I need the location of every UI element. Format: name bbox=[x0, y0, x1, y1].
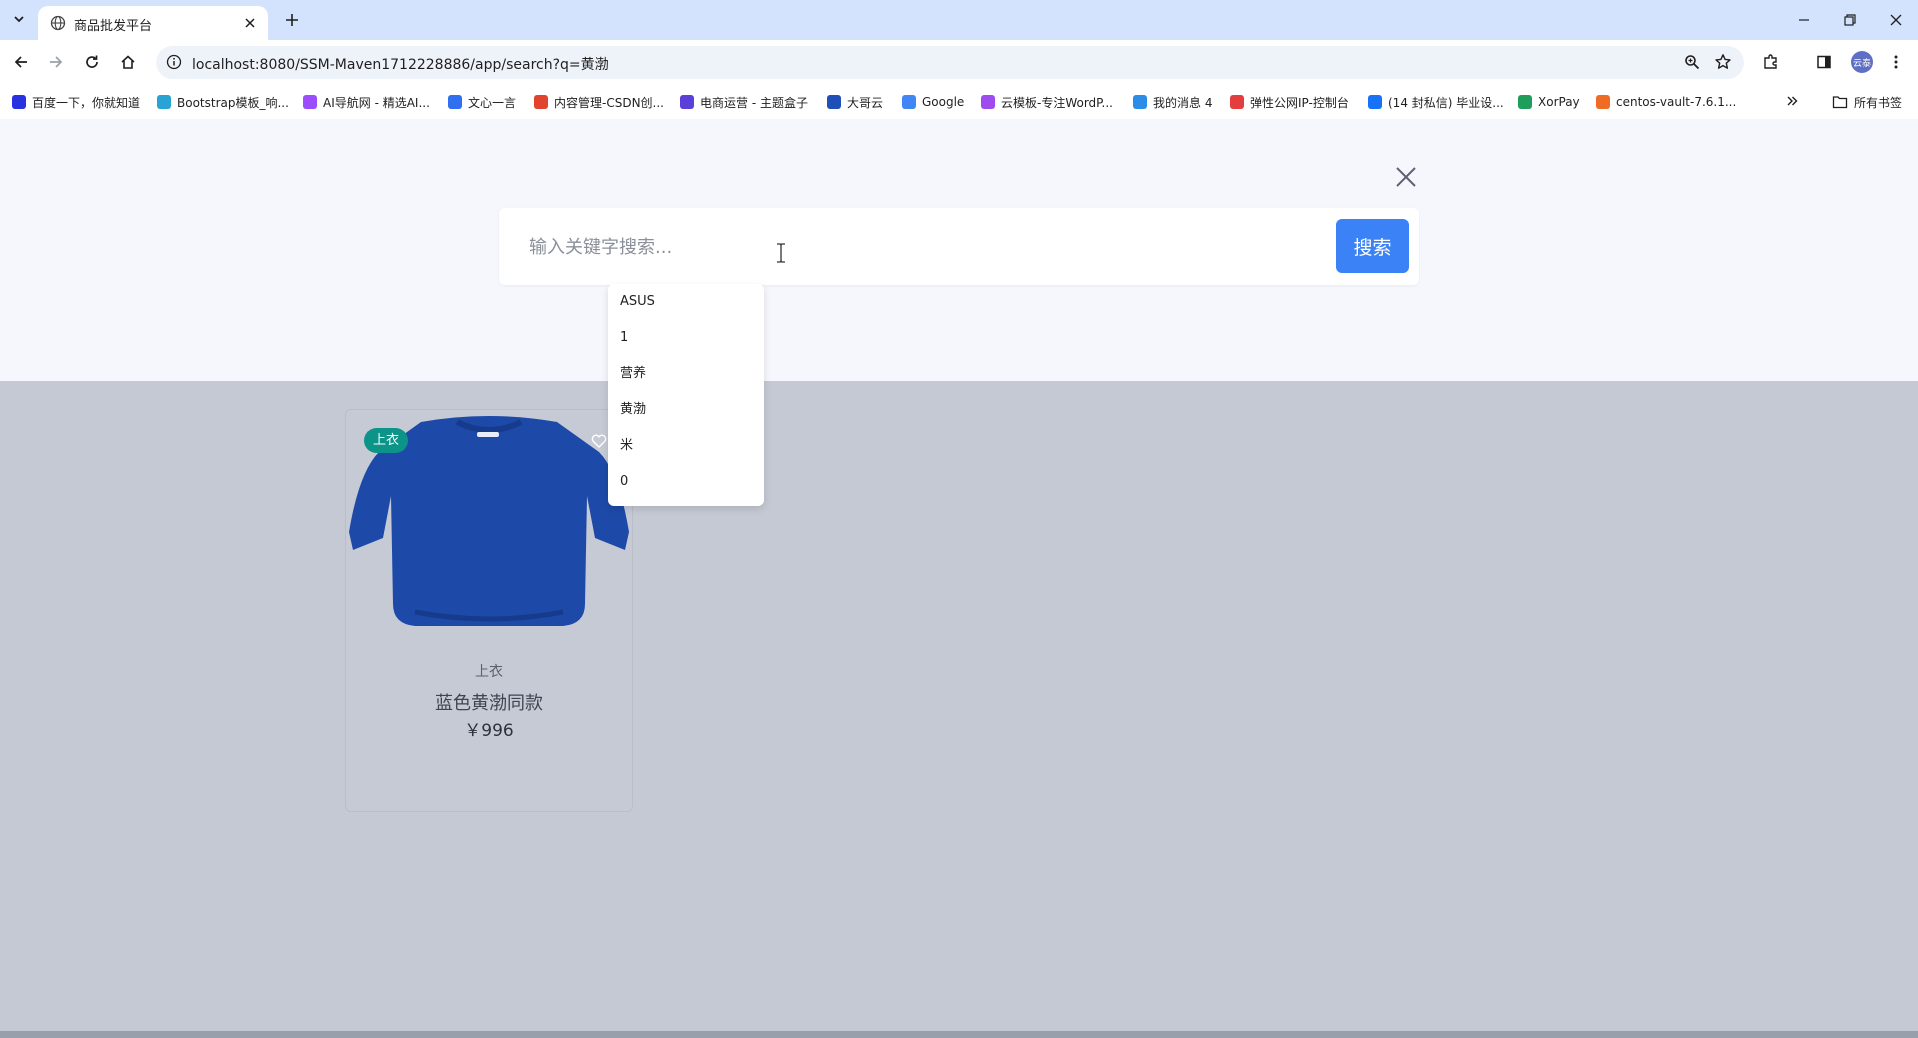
product-price: ￥996 bbox=[464, 721, 514, 741]
home-button[interactable] bbox=[117, 51, 139, 73]
browser-chrome: 商品批发平台 localhost:8080/SSM-Maven171222888… bbox=[0, 0, 1918, 120]
bookmarks-bar: 百度一下，你就知道 Bootstrap模板_响... AI导航网 - 精选AI.… bbox=[0, 84, 1918, 120]
suggestion-item[interactable]: 0 bbox=[608, 470, 764, 506]
close-search-button[interactable] bbox=[1392, 163, 1420, 191]
bookmark-item[interactable]: 电商运营 - 主题盒子 bbox=[680, 93, 808, 111]
bookmark-favicon-icon bbox=[1133, 95, 1147, 109]
product-name[interactable]: 蓝色黄渤同款 bbox=[346, 689, 632, 715]
category-badge: 上衣 bbox=[364, 428, 409, 453]
restore-icon bbox=[1844, 14, 1856, 26]
bookmark-item[interactable]: AI导航网 - 精选AI... bbox=[303, 93, 430, 111]
minimize-icon bbox=[1799, 19, 1809, 21]
bookmark-favicon-icon bbox=[448, 95, 462, 109]
tab-title: 商品批发平台 bbox=[74, 19, 153, 34]
close-tab-icon[interactable] bbox=[242, 15, 258, 31]
bookmark-favicon-icon bbox=[157, 95, 171, 109]
bookmark-favicon-icon bbox=[534, 95, 548, 109]
search-box: 搜索 bbox=[499, 208, 1419, 285]
suggestion-item[interactable]: 米 bbox=[608, 434, 764, 470]
bookmark-favicon-icon bbox=[680, 95, 694, 109]
close-icon bbox=[1890, 14, 1902, 26]
double-chevron-right-icon bbox=[1787, 96, 1798, 106]
forward-button[interactable] bbox=[45, 51, 67, 73]
suggestion-item[interactable]: 黄渤 bbox=[608, 398, 764, 434]
text-cursor-icon bbox=[777, 243, 785, 263]
bookmark-favicon-icon bbox=[981, 95, 995, 109]
folder-icon bbox=[1832, 96, 1848, 109]
browser-toolbar: localhost:8080/SSM-Maven1712228886/app/s… bbox=[0, 40, 1918, 84]
puzzle-icon bbox=[1764, 54, 1777, 69]
page-bottom-edge bbox=[0, 1031, 1918, 1038]
chevron-down-icon bbox=[14, 16, 24, 23]
side-panel-icon bbox=[1817, 55, 1831, 69]
tab-search-button[interactable] bbox=[8, 8, 30, 30]
bookmark-favicon-icon bbox=[1230, 95, 1244, 109]
search-suggestions: ASUS 1 营养 黄渤 米 0 bbox=[608, 284, 764, 506]
bookmark-star-icon[interactable] bbox=[1714, 53, 1732, 71]
tab-strip: 商品批发平台 bbox=[0, 0, 1918, 40]
product-category: 上衣 bbox=[475, 664, 503, 680]
browser-menu-button[interactable] bbox=[1885, 51, 1907, 73]
profile-avatar[interactable]: 云泰 bbox=[1851, 51, 1873, 73]
bookmark-favicon-icon bbox=[827, 95, 841, 109]
all-bookmarks-button[interactable]: 所有书签 bbox=[1832, 93, 1902, 111]
restore-button[interactable] bbox=[1832, 6, 1868, 34]
new-tab-icon[interactable] bbox=[282, 10, 302, 30]
bookmark-favicon-icon bbox=[1596, 95, 1610, 109]
extensions-button[interactable] bbox=[1760, 51, 1782, 73]
search-button[interactable]: 搜索 bbox=[1336, 219, 1409, 273]
heart-icon[interactable] bbox=[590, 432, 608, 450]
kebab-menu-icon bbox=[1894, 55, 1898, 69]
bookmark-item[interactable]: 云模板-专注WordP... bbox=[981, 93, 1113, 111]
home-icon bbox=[121, 55, 135, 69]
address-bar[interactable]: localhost:8080/SSM-Maven1712228886/app/s… bbox=[156, 46, 1744, 79]
bookmark-favicon-icon bbox=[12, 95, 26, 109]
bookmark-item[interactable]: 百度一下，你就知道 bbox=[12, 93, 140, 111]
address-url[interactable]: localhost:8080/SSM-Maven1712228886/app/s… bbox=[192, 54, 609, 74]
site-info-icon[interactable] bbox=[166, 54, 182, 70]
bookmark-favicon-icon bbox=[1368, 95, 1382, 109]
bookmark-item[interactable]: 弹性公网IP-控制台 bbox=[1230, 93, 1349, 111]
browser-tab[interactable]: 商品批发平台 bbox=[38, 6, 268, 40]
minimize-button[interactable] bbox=[1786, 6, 1822, 34]
zoom-icon[interactable] bbox=[1684, 54, 1700, 70]
all-bookmarks-label: 所有书签 bbox=[1854, 95, 1903, 110]
suggestion-item[interactable]: 1 bbox=[608, 326, 764, 362]
bookmark-item[interactable]: (14 封私信) 毕业设... bbox=[1368, 93, 1504, 111]
bookmark-item[interactable]: 我的消息 4 bbox=[1133, 93, 1212, 111]
bookmark-item[interactable]: 文心一言 bbox=[448, 93, 516, 111]
bookmark-item[interactable]: 内容管理-CSDN创... bbox=[534, 93, 664, 111]
bookmark-favicon-icon bbox=[902, 95, 916, 109]
bookmark-item[interactable]: XorPay bbox=[1518, 93, 1580, 111]
arrow-right-icon bbox=[50, 56, 63, 68]
bookmark-item[interactable]: Bootstrap模板_响... bbox=[157, 93, 289, 111]
close-icon bbox=[1396, 167, 1416, 187]
bookmark-item[interactable]: 大哥云 bbox=[827, 93, 883, 111]
side-panel-button[interactable] bbox=[1813, 51, 1835, 73]
back-button[interactable] bbox=[10, 51, 32, 73]
globe-icon bbox=[50, 15, 66, 31]
bookmark-favicon-icon bbox=[303, 95, 317, 109]
search-input[interactable] bbox=[527, 230, 1291, 264]
product-card[interactable]: 上衣 上衣 蓝色黄渤同款 ￥996 bbox=[345, 409, 633, 812]
arrow-left-icon bbox=[14, 56, 27, 68]
close-window-button[interactable] bbox=[1878, 6, 1914, 34]
bookmark-item[interactable]: Google bbox=[902, 93, 964, 111]
reload-button[interactable] bbox=[81, 51, 103, 73]
suggestion-item[interactable]: ASUS bbox=[608, 290, 764, 326]
bookmarks-overflow-button[interactable] bbox=[1782, 92, 1802, 110]
reload-icon bbox=[86, 55, 98, 68]
bookmark-favicon-icon bbox=[1518, 95, 1532, 109]
results-overlay bbox=[0, 381, 1918, 1031]
suggestion-item[interactable]: 营养 bbox=[608, 362, 764, 398]
bookmark-item[interactable]: centos-vault-7.6.1... bbox=[1596, 93, 1736, 111]
